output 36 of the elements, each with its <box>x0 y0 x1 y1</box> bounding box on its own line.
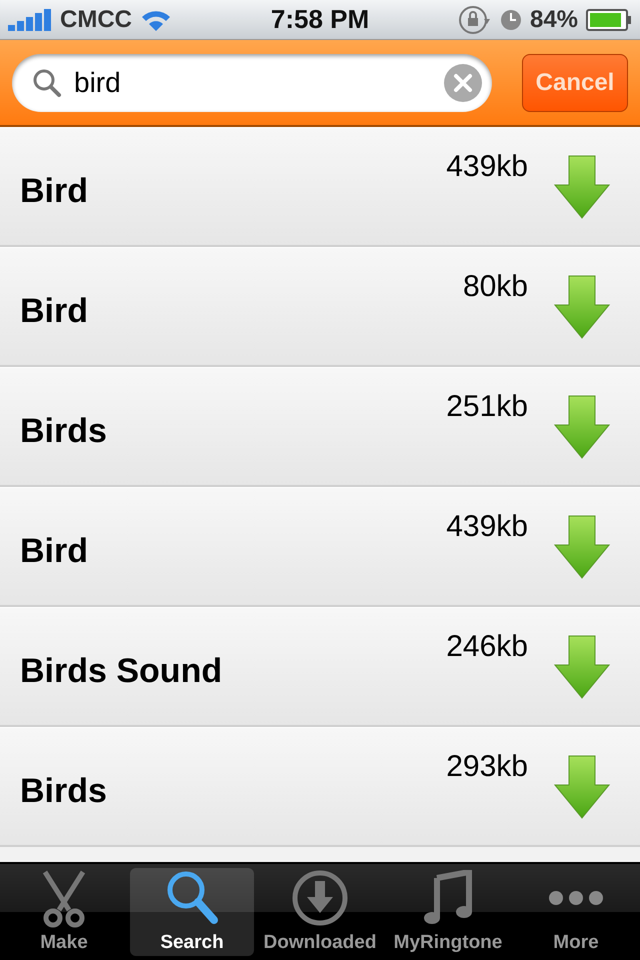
download-arrow-icon[interactable] <box>554 634 610 698</box>
result-title: Bird <box>20 171 89 211</box>
alarm-icon <box>500 8 522 30</box>
download-arrow-icon[interactable] <box>554 154 610 218</box>
more-icon <box>548 890 604 906</box>
tab[interactable]: Make <box>2 868 126 956</box>
tab[interactable]: MyRingtone <box>386 868 510 956</box>
tab[interactable]: Search <box>130 868 254 956</box>
file-size: 293kb <box>446 750 528 784</box>
rotation-lock-icon <box>458 4 492 34</box>
file-size: 439kb <box>446 150 528 184</box>
file-size: 439kb <box>446 510 528 544</box>
file-size: 246kb <box>446 630 528 664</box>
result-title: Birds Sound <box>20 651 224 691</box>
music-note-icon <box>423 870 473 926</box>
result-title: Birds <box>20 411 108 451</box>
result-title: Bird <box>20 291 89 331</box>
clear-icon[interactable] <box>444 64 482 102</box>
file-size: 251kb <box>446 390 528 424</box>
tab[interactable]: Downloaded <box>258 868 382 956</box>
battery-icon <box>586 8 632 30</box>
tab[interactable]: More <box>514 868 638 956</box>
result-title: Bird <box>20 531 89 571</box>
signal-icon <box>8 8 52 30</box>
download-arrow-icon[interactable] <box>554 394 610 458</box>
search-icon <box>32 68 62 98</box>
clock-time: 7:58 PM <box>270 4 370 35</box>
download-arrow-icon[interactable] <box>554 274 610 338</box>
search-field[interactable]: bird <box>12 54 492 112</box>
carrier-name: CMCC <box>60 6 132 34</box>
battery-percent: 84% <box>530 6 578 34</box>
download-icon <box>291 869 349 927</box>
download-arrow-icon[interactable] <box>554 514 610 578</box>
file-size: 80kb <box>462 270 528 304</box>
result-title: Birds <box>20 771 108 811</box>
download-arrow-icon[interactable] <box>554 754 610 818</box>
